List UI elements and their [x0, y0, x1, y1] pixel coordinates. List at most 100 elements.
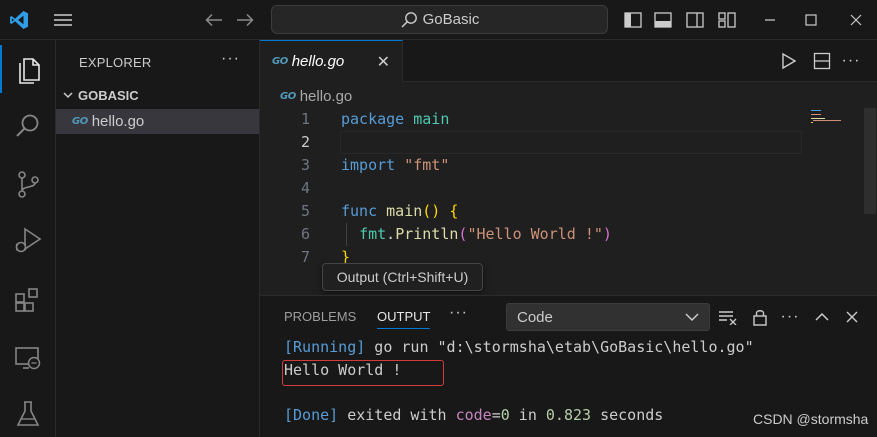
go-file-icon: GO [72, 116, 88, 127]
toggle-panel-icon[interactable] [652, 0, 674, 40]
editor-tabs: GO hello.go ✕ ··· [260, 40, 877, 82]
output-token: [Running] [284, 338, 366, 356]
editor-scrollbar[interactable] [864, 108, 876, 214]
line-number: 3 [300, 156, 310, 174]
breadcrumb-file: hello.go [299, 87, 353, 105]
code-line[interactable]: 1 package main [260, 108, 864, 131]
toggle-primary-sidebar-icon[interactable] [622, 0, 644, 40]
output-token: code [455, 406, 492, 424]
close-window-icon[interactable] [841, 0, 871, 40]
code-token: "Hello World !" [467, 225, 603, 243]
toggle-secondary-sidebar-icon[interactable] [684, 0, 706, 40]
code-token: { [449, 202, 459, 220]
code-token: . [386, 225, 396, 243]
chevron-down-icon [685, 313, 699, 322]
code-token: ) [602, 225, 612, 243]
line-number: 2 [300, 133, 310, 151]
output-token: 0 [500, 406, 510, 424]
output-token: = [491, 406, 501, 424]
line-number: 4 [300, 179, 310, 197]
tab-problems[interactable]: PROBLEMS [284, 309, 356, 324]
line-number: 7 [300, 248, 310, 266]
code-token: func [341, 202, 378, 220]
code-line[interactable]: 3 import "fmt" [260, 154, 864, 177]
output-line: [Done] exited with code=0 in 0.823 secon… [284, 404, 663, 426]
forward-arrow-icon[interactable] [234, 0, 256, 40]
line-content: package main [341, 108, 449, 131]
code-line[interactable]: 6 fmt.Println("Hello World !") [260, 223, 864, 246]
testing-icon[interactable] [0, 390, 56, 437]
output-tooltip: Output (Ctrl+Shift+U) [322, 263, 483, 291]
highlight-box [282, 360, 444, 386]
code-token: fmt [359, 225, 387, 243]
current-line-highlight [340, 131, 802, 154]
output-line: [Running] go run "d:\stormsha\etab\GoBas… [284, 336, 754, 358]
code-line[interactable]: 4 [260, 177, 864, 200]
output-token: "d:\stormsha\etab\GoBasic\hello.go" [437, 338, 754, 356]
file-item-hello-go[interactable]: GO hello.go [56, 109, 259, 134]
close-panel-icon[interactable] [840, 301, 864, 333]
lock-scroll-icon[interactable] [748, 301, 772, 333]
search-icon [401, 11, 417, 28]
tab-hello-go[interactable]: GO hello.go ✕ [260, 40, 403, 82]
line-number: 5 [300, 202, 310, 220]
output-token: exited with [338, 406, 456, 424]
command-center-search[interactable]: GoBasic [271, 5, 608, 34]
go-file-icon: GO [280, 90, 296, 102]
code-line[interactable]: 5 func main() { [260, 200, 864, 223]
panel-more-icon[interactable]: ··· [449, 304, 468, 322]
sidebar-title: EXPLORER [79, 55, 152, 70]
close-tab-icon[interactable]: ✕ [377, 52, 390, 72]
code-token: main [413, 110, 450, 128]
line-content: import "fmt" [341, 154, 449, 177]
code-line[interactable]: 2 [260, 131, 864, 154]
output-channel-select[interactable]: Code [506, 303, 710, 331]
output-token: [Done] [284, 406, 339, 424]
clear-output-icon[interactable] [716, 301, 740, 333]
code-token: () [422, 202, 441, 220]
line-content: fmt.Println("Hello World !") [341, 223, 612, 246]
line-number: 6 [300, 225, 310, 243]
tab-label: hello.go [291, 53, 345, 70]
output-token: 0.823 [545, 406, 592, 424]
explorer-icon[interactable] [0, 45, 56, 93]
code-token: Println [395, 225, 459, 243]
maximize-icon[interactable] [796, 0, 826, 40]
code-token: "fmt" [404, 156, 450, 174]
folder-header[interactable]: GOBASIC [56, 84, 259, 106]
search-icon[interactable] [0, 102, 56, 150]
maximize-panel-icon[interactable] [810, 301, 834, 333]
extensions-icon[interactable] [0, 276, 56, 324]
output-token: in [509, 406, 546, 424]
run-debug-icon[interactable] [0, 216, 56, 264]
customize-layout-icon[interactable] [716, 0, 738, 40]
menu-icon[interactable] [52, 0, 74, 40]
output-token: go run [365, 338, 438, 356]
code-token: import [341, 156, 396, 174]
run-code-icon[interactable] [778, 40, 800, 82]
code-token: main [386, 202, 423, 220]
editor-more-actions-icon[interactable]: ··· [840, 40, 862, 82]
indent-guide [346, 223, 347, 246]
split-editor-icon[interactable] [811, 40, 833, 82]
title-bar: GoBasic [0, 0, 877, 40]
line-content: func main() { [341, 200, 458, 223]
output-channel-value: Code [517, 308, 553, 326]
back-arrow-icon[interactable] [203, 0, 225, 40]
activity-bar [0, 40, 56, 437]
chevron-down-icon [63, 92, 73, 99]
source-control-icon[interactable] [0, 160, 56, 208]
minimize-icon[interactable] [755, 0, 785, 40]
remote-explorer-icon[interactable] [0, 334, 56, 382]
tab-output[interactable]: OUTPUT [377, 309, 431, 329]
folder-name: GOBASIC [78, 87, 139, 103]
minimap[interactable] [810, 108, 850, 138]
breadcrumb[interactable]: GO hello.go [280, 86, 352, 106]
file-name: hello.go [91, 113, 145, 130]
panel-more-actions-icon[interactable]: ··· [778, 301, 802, 333]
sidebar-more-actions-button[interactable]: ··· [221, 50, 240, 68]
